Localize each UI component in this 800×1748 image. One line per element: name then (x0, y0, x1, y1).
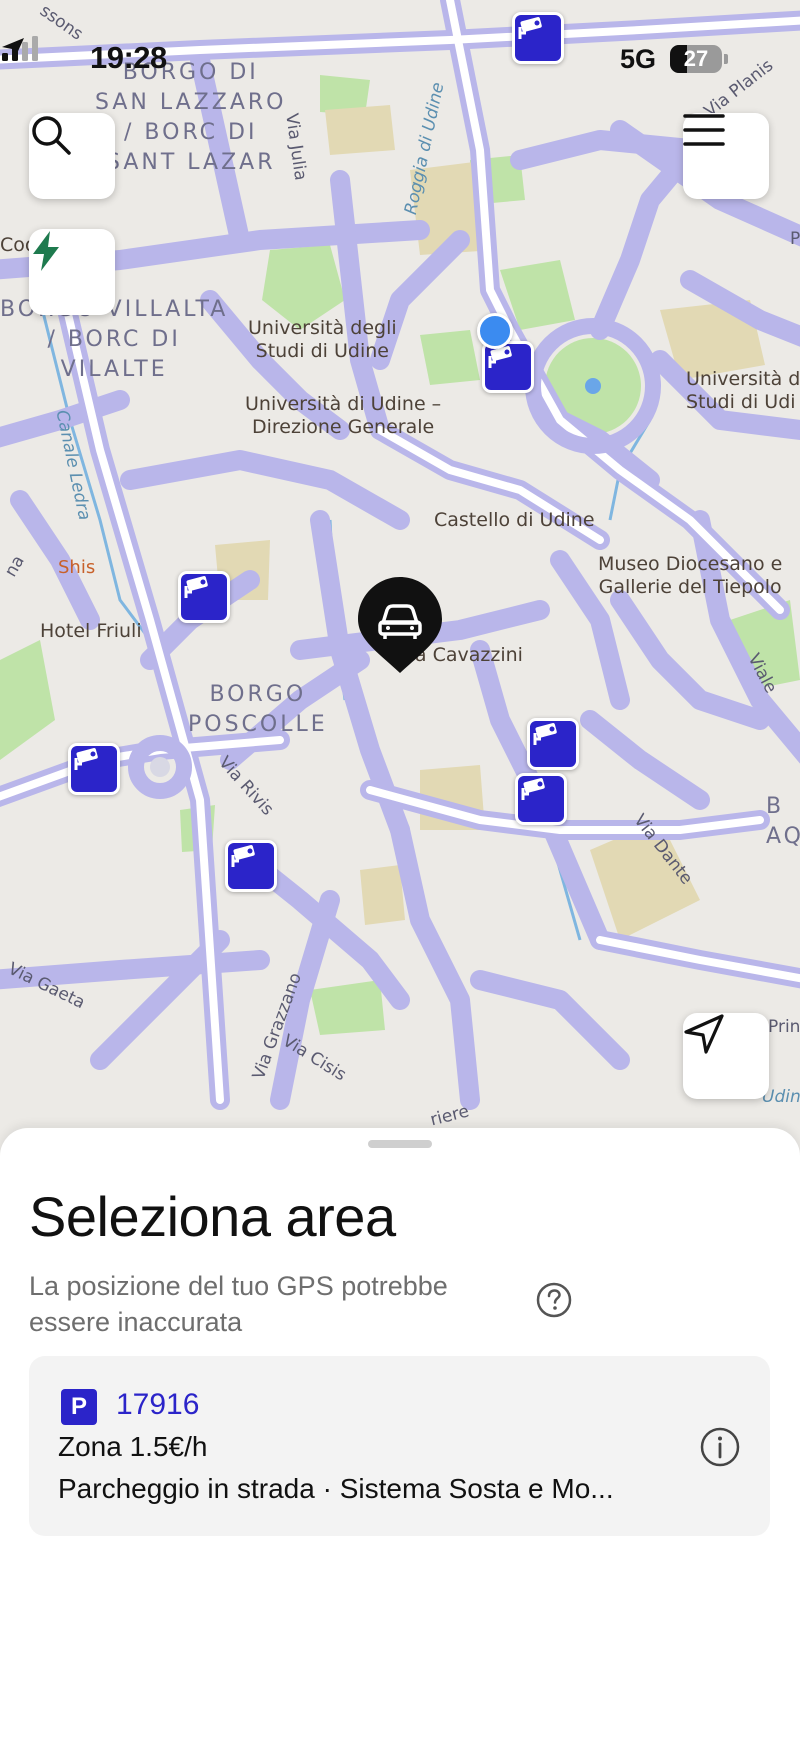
search-button[interactable] (29, 113, 115, 199)
map-label-museo: Museo Diocesano e Gallerie del Tiepolo (598, 553, 783, 598)
speed-camera-icon (74, 748, 98, 770)
network-type: 5G (620, 44, 657, 74)
search-icon (32, 116, 71, 155)
speed-camera-icon (231, 845, 255, 867)
map-label-universita-studi: Università degli Studi di Udine (248, 317, 397, 362)
zone-id: 17916 (116, 1388, 200, 1421)
speed-camera-icon (184, 576, 208, 598)
map-label-hotel-friuli: Hotel Friuli (40, 620, 142, 642)
map-label-universita-direzione: Università di Udine – Direzione Generale (245, 393, 442, 438)
camera-marker[interactable] (482, 341, 534, 393)
gps-accuracy-warning: La posizione del tuo GPS potrebbe essere… (29, 1271, 448, 1337)
zone-name: Zona 1.5€/h (58, 1431, 208, 1462)
map-label-castello: Castello di Udine (434, 509, 595, 531)
recenter-location-button[interactable] (683, 1013, 769, 1099)
camera-marker[interactable] (225, 840, 277, 892)
battery-level: 27 (683, 46, 709, 71)
gps-location-dot (477, 313, 513, 349)
camera-marker[interactable] (68, 743, 120, 795)
charging-button[interactable] (29, 229, 115, 315)
sheet-drag-handle[interactable] (368, 1140, 432, 1148)
map-label-universita-right: Università d Studi di Udi (686, 368, 800, 413)
status-bar: 19:28 5G 27 (0, 36, 800, 80)
bottom-sheet: Seleziona area La posizione del tuo GPS … (0, 1128, 800, 1748)
navigation-arrow-icon (684, 1014, 724, 1054)
camera-marker[interactable] (527, 718, 579, 770)
parking-p-badge: P (61, 1389, 97, 1425)
zone-description: Parcheggio in strada · Sistema Sosta e M… (58, 1473, 614, 1504)
map-label-shis: Shis (58, 557, 96, 578)
menu-button[interactable] (683, 113, 769, 199)
camera-marker[interactable] (178, 571, 230, 623)
camera-marker[interactable] (515, 773, 567, 825)
battery-icon: 27 (670, 45, 722, 73)
car-pin-icon (358, 577, 442, 673)
map-label-p-right: P (790, 229, 800, 249)
map-view[interactable]: BORGO DI SAN LAZZARO / BORC DI SANT LAZA… (0, 0, 800, 1150)
status-time: 19:28 (90, 40, 167, 75)
parking-zone-card[interactable]: P 17916 Zona 1.5€/h Parcheggio in strada… (29, 1356, 770, 1536)
info-icon[interactable] (699, 1426, 741, 1468)
hamburger-menu-icon (683, 114, 725, 146)
speed-camera-icon (521, 778, 545, 800)
help-question-icon[interactable] (535, 1281, 573, 1319)
cellular-signal-icon (2, 36, 38, 61)
battery-tip (724, 54, 728, 64)
speed-camera-icon (533, 723, 557, 745)
map-label-b-aq: B AQ (766, 794, 800, 849)
map-label-borgo-poscolle: BORGO POSCOLLE (188, 682, 328, 737)
sheet-title: Seleziona area (29, 1185, 396, 1248)
map-label-prin: Prin (768, 1017, 800, 1037)
lightning-bolt-icon (33, 231, 59, 271)
parked-car-pin[interactable] (356, 575, 444, 675)
